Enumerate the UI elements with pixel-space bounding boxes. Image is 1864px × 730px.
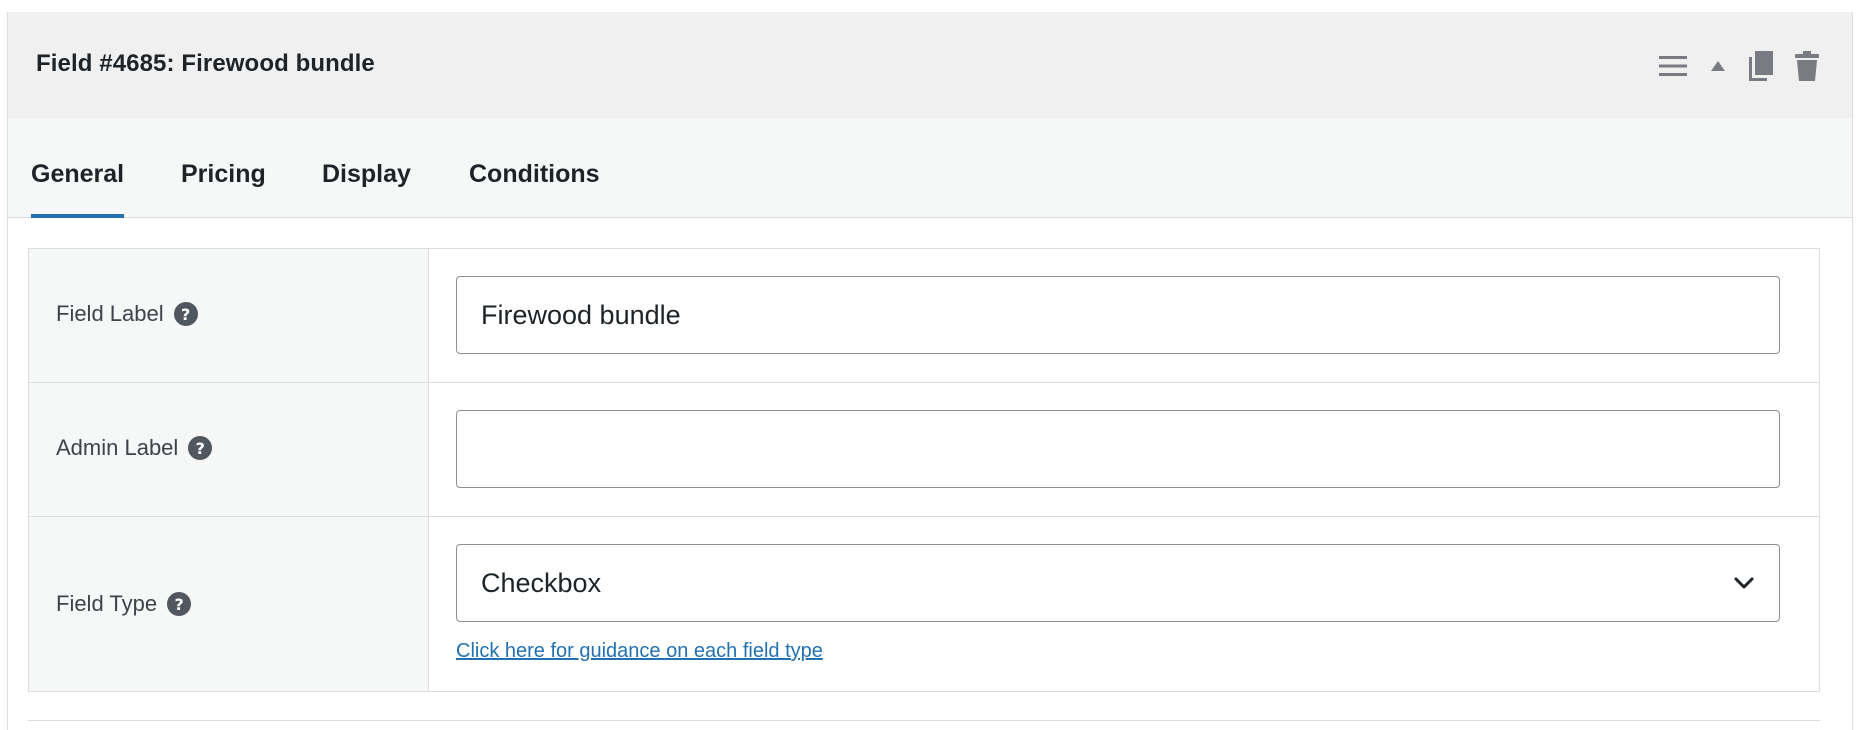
- help-icon[interactable]: ?: [188, 436, 213, 460]
- duplicate-icon[interactable]: [1746, 49, 1776, 83]
- field-label-label: Field Label: [56, 301, 164, 326]
- help-icon[interactable]: ?: [167, 592, 192, 616]
- field-type-text-wrap: Field Type ?: [56, 591, 192, 617]
- field-type-guidance-link[interactable]: Click here for guidance on each field ty…: [456, 640, 823, 663]
- field-settings-table: Field Label ? Admin Label ? Field Type ?: [28, 248, 1820, 692]
- admin-label-label: Admin Label: [56, 435, 179, 460]
- admin-label-row: Admin Label ?: [29, 383, 1819, 517]
- field-label-control: [429, 249, 1819, 382]
- field-type-label: Field Type: [56, 591, 158, 616]
- panel-header: Field #4685: Firewood bundle: [8, 12, 1852, 118]
- tab-conditions[interactable]: Conditions: [469, 118, 600, 218]
- hamburger-icon[interactable]: [1658, 51, 1688, 81]
- tab-bar: General Pricing Display Conditions: [8, 118, 1852, 218]
- field-type-control: Checkbox Click here for guidance on each…: [429, 517, 1819, 691]
- chevron-down-icon: [1733, 576, 1755, 590]
- admin-label-control: [429, 383, 1819, 516]
- field-type-selected-value: Checkbox: [481, 567, 602, 598]
- panel-title: Field #4685: Firewood bundle: [36, 50, 375, 77]
- field-label-row: Field Label ?: [29, 249, 1819, 383]
- trash-icon[interactable]: [1792, 48, 1822, 84]
- field-label-cell: Field Label ?: [29, 249, 429, 382]
- admin-label-cell: Admin Label ?: [29, 383, 429, 516]
- triangle-up-icon[interactable]: [1708, 51, 1728, 81]
- tab-display[interactable]: Display: [322, 118, 411, 218]
- header-actions: [1658, 48, 1822, 84]
- admin-label-input[interactable]: [456, 410, 1780, 488]
- field-type-cell: Field Type ?: [29, 517, 429, 691]
- help-icon[interactable]: ?: [173, 302, 198, 326]
- divider: [28, 720, 1820, 721]
- field-type-select[interactable]: Checkbox: [456, 544, 1780, 622]
- field-label-text-wrap: Field Label ?: [56, 301, 198, 327]
- tab-pricing[interactable]: Pricing: [181, 118, 266, 218]
- tab-general[interactable]: General: [31, 118, 125, 218]
- admin-label-text-wrap: Admin Label ?: [56, 435, 213, 461]
- field-type-row: Field Type ? Checkbox Click here for gui…: [29, 517, 1819, 691]
- field-label-input[interactable]: [456, 276, 1780, 354]
